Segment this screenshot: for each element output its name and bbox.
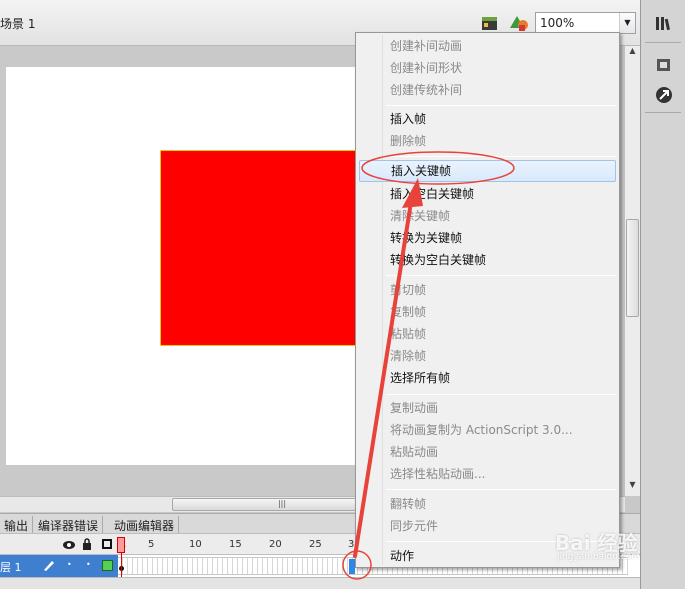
timeline-footer xyxy=(0,577,640,589)
layer-name: 层 1 xyxy=(0,561,22,574)
outline-icon[interactable] xyxy=(102,539,112,549)
playhead[interactable] xyxy=(117,537,125,553)
menu-item-copy-motion-as-as3[interactable]: 将动画复制为 ActionScript 3.0... xyxy=(359,419,616,441)
scroll-down-icon[interactable]: ▼ xyxy=(625,480,640,494)
frame-number: 25 xyxy=(309,539,322,550)
menu-item-insert-blank-keyframe[interactable]: 插入空白关键帧 xyxy=(359,183,616,205)
tab-compiler-errors[interactable]: 编译器错误 xyxy=(34,516,104,534)
menu-item-select-all-frames[interactable]: 选择所有帧 xyxy=(359,367,616,389)
frame-number: 10 xyxy=(189,539,202,550)
menu-item-paste-motion[interactable]: 粘贴动画 xyxy=(359,441,616,463)
tab-motion-editor[interactable]: 动画编辑器 xyxy=(110,516,180,534)
zoom-value: 100% xyxy=(540,16,575,30)
tab-output[interactable]: 输出 xyxy=(0,516,34,534)
components-icon[interactable] xyxy=(653,54,675,76)
menu-item-copy-motion[interactable]: 复制动画 xyxy=(359,397,616,419)
menu-item-create-motion-tween[interactable]: 创建补间动画 xyxy=(359,35,616,57)
menu-item-reverse-frames[interactable]: 翻转帧 xyxy=(359,493,616,515)
menu-item-convert-to-blank-keyframe[interactable]: 转换为空白关键帧 xyxy=(359,249,616,271)
watermark-sub: jingyan.baidu.com xyxy=(557,552,641,562)
frame-number: 20 xyxy=(269,539,282,550)
stage-canvas[interactable] xyxy=(6,67,370,465)
vertical-scrollbar[interactable]: ▲ ▼ xyxy=(624,46,640,496)
library-icon[interactable] xyxy=(653,12,675,34)
red-rectangle-shape[interactable] xyxy=(160,150,370,346)
flash-workspace: 场景 1 100% ▼ ▲ ▼ ||| 输出 编译器错误 动画编辑器 5 10 … xyxy=(0,0,685,589)
menu-item-convert-to-keyframe[interactable]: 转换为关键帧 xyxy=(359,227,616,249)
right-toolbar xyxy=(640,0,685,589)
layer-1[interactable]: 层 1 • • xyxy=(0,555,118,577)
edit-symbols-icon[interactable] xyxy=(508,14,528,32)
frame-number: 5 xyxy=(148,539,155,550)
scene-label: 场景 1 xyxy=(0,17,36,31)
menu-item-delete-frame[interactable]: 删除帧 xyxy=(359,130,616,152)
baidu-watermark: Bai 经验 jingyan.baidu.com xyxy=(555,527,640,562)
motion-presets-icon[interactable] xyxy=(653,84,675,106)
pencil-icon xyxy=(42,558,56,575)
edit-scene-icon[interactable] xyxy=(480,14,500,32)
frame-number: 3 xyxy=(348,539,355,550)
menu-item-create-classic-tween[interactable]: 创建传统补间 xyxy=(359,79,616,101)
eye-icon[interactable] xyxy=(62,539,76,553)
menu-item-clear-frames[interactable]: 清除帧 xyxy=(359,345,616,367)
frame-context-menu: 创建补间动画 创建补间形状 创建传统补间 插入帧 删除帧 插入关键帧 插入空白关… xyxy=(355,32,620,568)
menu-item-cut-frames[interactable]: 剪切帧 xyxy=(359,279,616,301)
menu-item-insert-keyframe[interactable]: 插入关键帧 xyxy=(359,160,616,182)
frame-number: 15 xyxy=(229,539,242,550)
chevron-down-icon[interactable]: ▼ xyxy=(619,13,635,33)
visibility-dot-icon[interactable]: • xyxy=(67,560,72,569)
vertical-scroll-thumb[interactable] xyxy=(626,219,639,317)
scroll-up-icon[interactable]: ▲ xyxy=(625,46,640,60)
menu-item-insert-frame[interactable]: 插入帧 xyxy=(359,108,616,130)
menu-item-paste-frames[interactable]: 粘贴帧 xyxy=(359,323,616,345)
menu-item-create-shape-tween[interactable]: 创建补间形状 xyxy=(359,57,616,79)
lock-icon[interactable] xyxy=(82,538,92,553)
menu-item-paste-motion-special[interactable]: 选择性粘贴动画... xyxy=(359,463,616,485)
menu-item-clear-keyframe[interactable]: 清除关键帧 xyxy=(359,205,616,227)
zoom-select[interactable]: 100% ▼ xyxy=(535,12,636,34)
menu-item-copy-frames[interactable]: 复制帧 xyxy=(359,301,616,323)
layer-color-icon[interactable] xyxy=(102,560,113,571)
lock-dot-icon[interactable]: • xyxy=(86,560,91,569)
